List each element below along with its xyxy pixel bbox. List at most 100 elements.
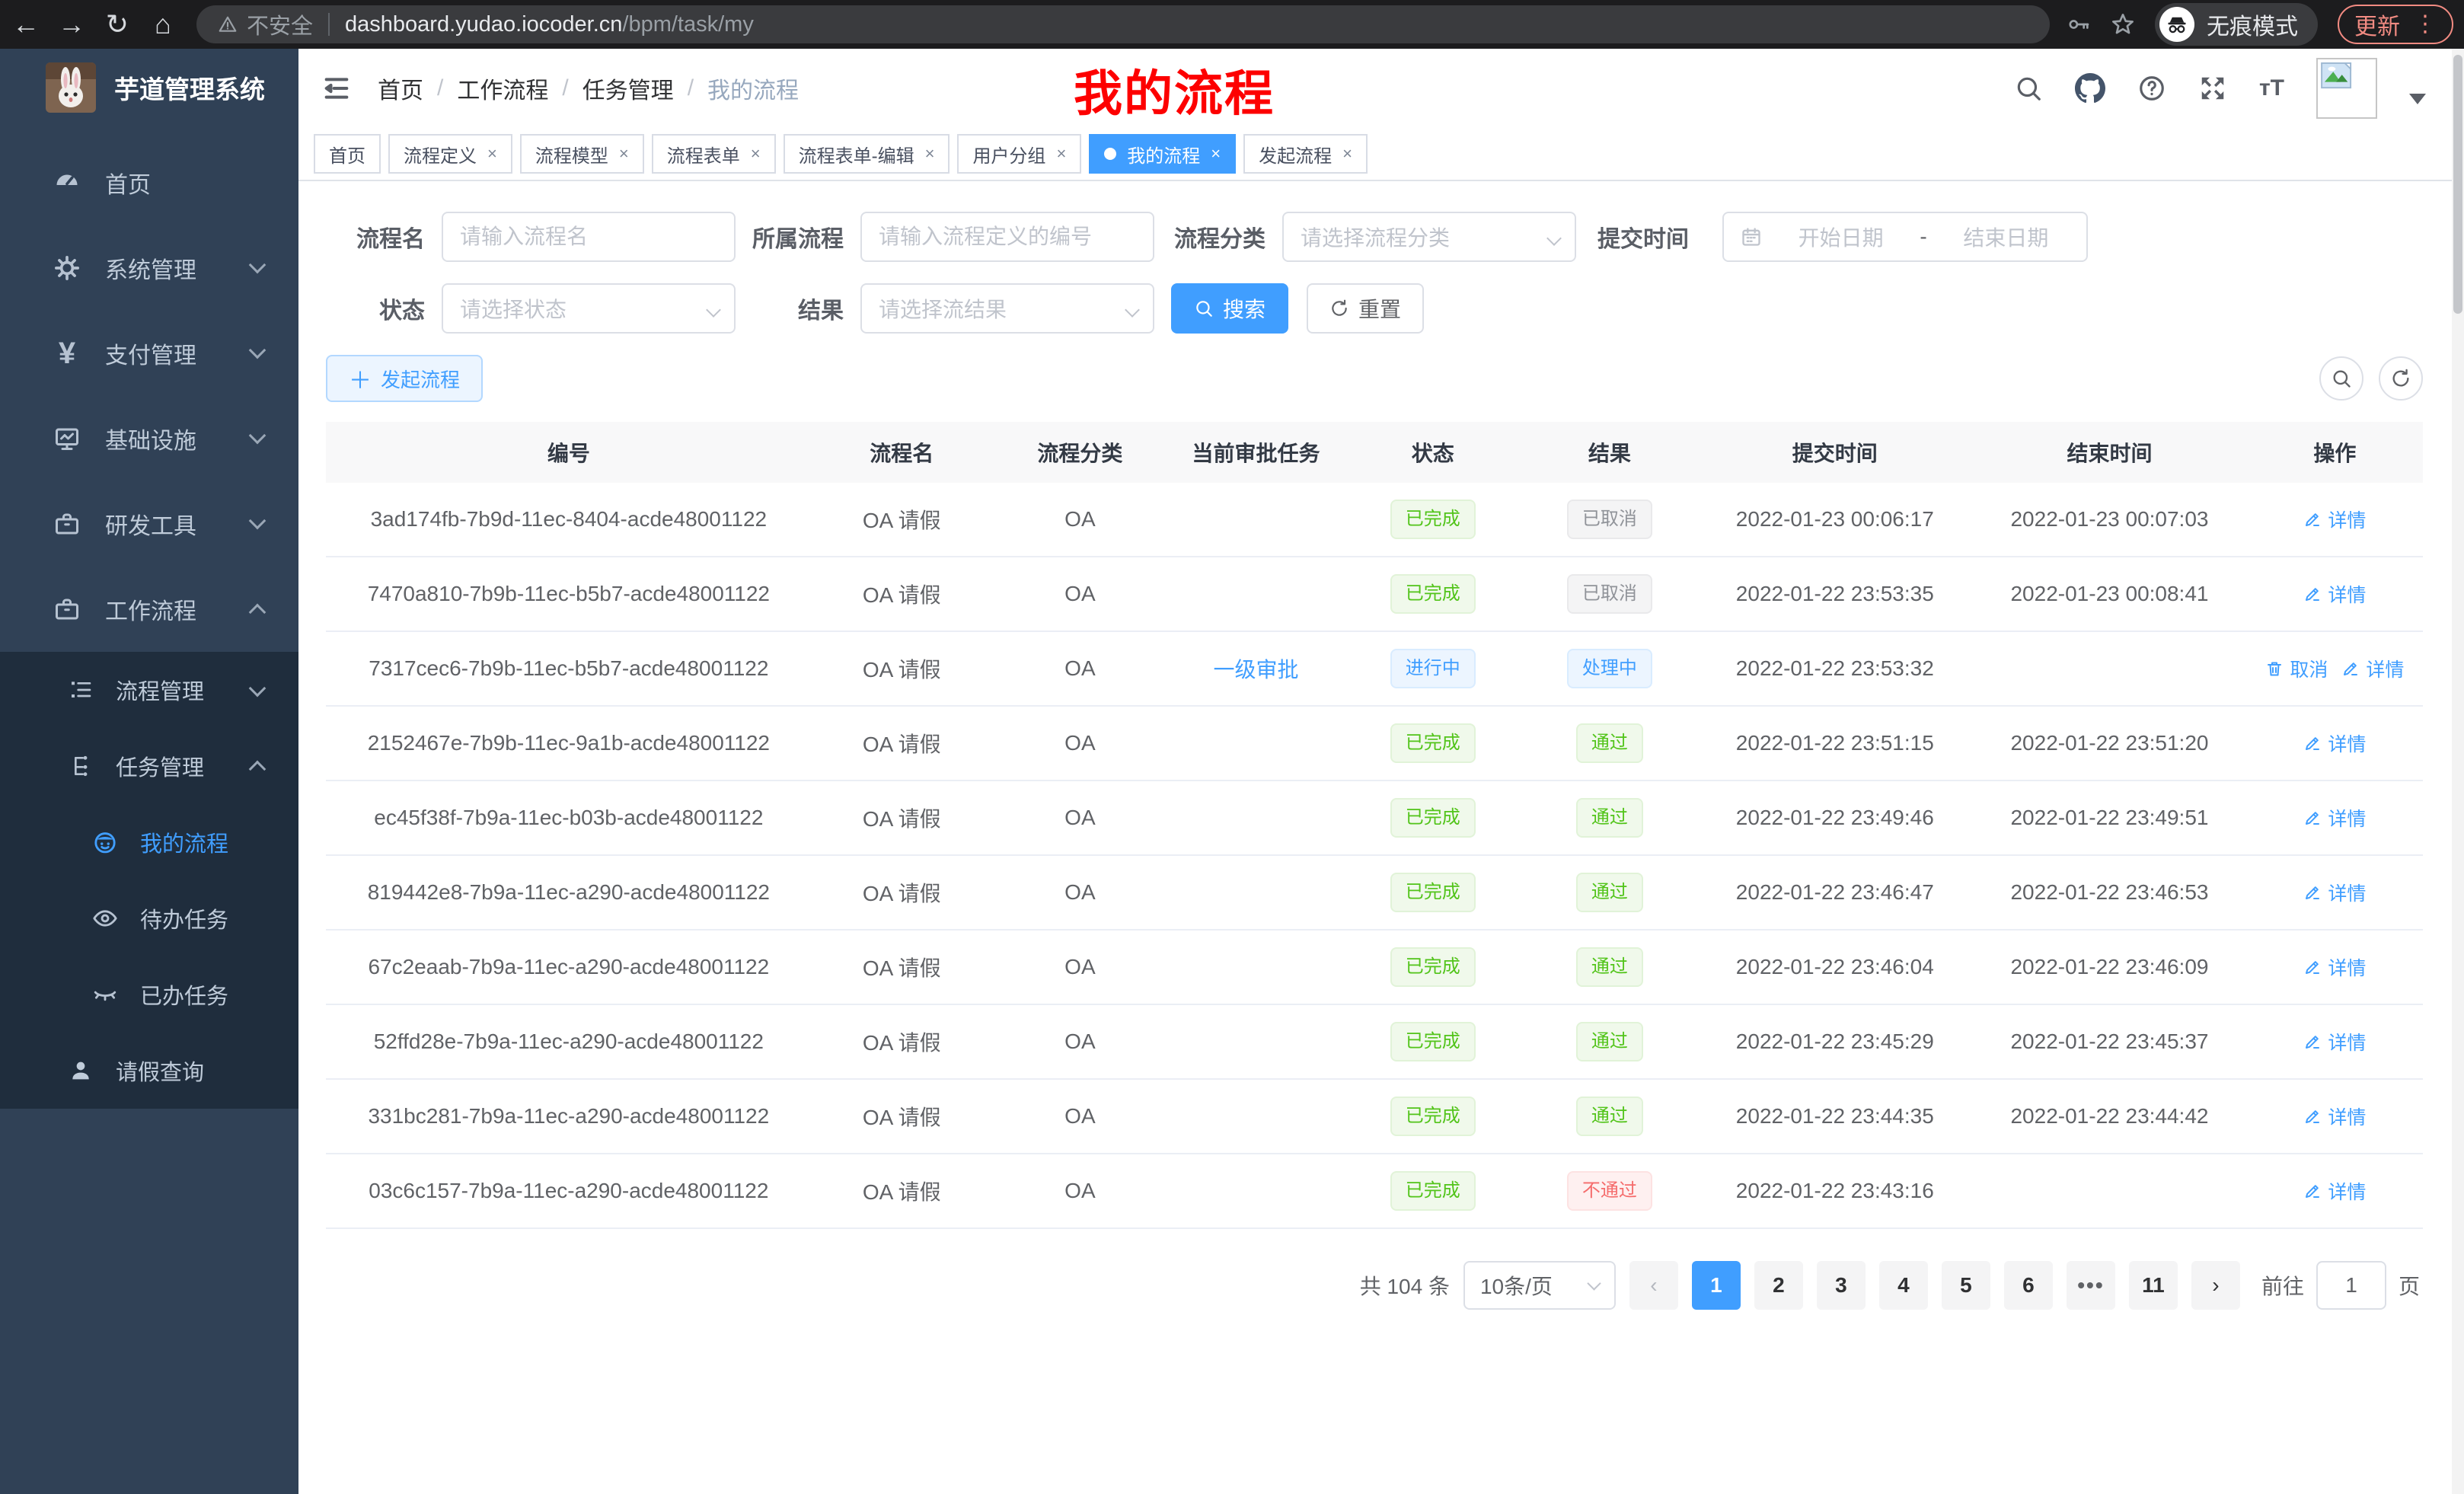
chevron-down-icon <box>249 342 267 359</box>
home-icon[interactable]: ⌂ <box>143 5 183 44</box>
cell-status: 已完成 <box>1344 947 1521 987</box>
process-input[interactable] <box>879 225 1136 249</box>
cancel-link[interactable]: 取消 <box>2265 655 2328 682</box>
create-process-button[interactable]: ＋ 发起流程 <box>326 355 483 402</box>
tab-home[interactable]: 首页 <box>314 134 381 174</box>
sidebar-item-my-process[interactable]: 我的流程 <box>0 804 298 880</box>
scrollbar[interactable] <box>2452 49 2464 1494</box>
detail-link[interactable]: 详情 <box>2341 655 2404 682</box>
sidebar-item-leave-query[interactable]: 请假查询 <box>0 1033 298 1109</box>
close-icon[interactable]: × <box>1211 144 1221 164</box>
address-bar[interactable]: 不安全 dashboard.yudao.iocoder.cn/bpm/task/… <box>196 5 2050 43</box>
page-button-11[interactable]: 11 <box>2129 1261 2178 1310</box>
select-placeholder: 请选择流程分类 <box>1301 222 1450 252</box>
more-pages-icon[interactable]: ••• <box>2067 1261 2115 1310</box>
table-row: ec45f38f-7b9a-11ec-b03b-acde48001122 OA … <box>326 781 2423 856</box>
tab-user-group[interactable]: 用户分组× <box>957 134 1081 174</box>
bookmark-star-icon[interactable] <box>2111 12 2135 37</box>
date-start-placeholder[interactable]: 开始日期 <box>1777 222 1904 252</box>
toggle-search-button[interactable] <box>2319 356 2363 401</box>
avatar[interactable] <box>2316 58 2377 119</box>
scrollbar-thumb[interactable] <box>2453 55 2462 314</box>
sidebar-item-workflow[interactable]: 工作流程 <box>0 567 298 652</box>
detail-link[interactable]: 详情 <box>2303 804 2366 832</box>
name-input[interactable] <box>460 225 717 249</box>
cell-process-name: OA 请假 <box>812 877 992 908</box>
prev-page-button[interactable]: ‹ <box>1629 1261 1678 1310</box>
cell-process-id: 2152467e-7b9b-11ec-9a1b-acde48001122 <box>326 731 812 755</box>
security-label: 不安全 <box>247 8 313 40</box>
detail-link[interactable]: 详情 <box>2303 1177 2366 1205</box>
detail-link[interactable]: 详情 <box>2303 580 2366 608</box>
chevron-up-icon <box>249 761 267 778</box>
sidebar-item-process-mgmt[interactable]: 流程管理 <box>0 652 298 728</box>
tab-process-form[interactable]: 流程表单× <box>652 134 776 174</box>
close-icon[interactable]: × <box>751 144 761 164</box>
sidebar-item-label: 首页 <box>105 166 151 200</box>
github-icon[interactable] <box>2075 73 2105 104</box>
page-button-5[interactable]: 5 <box>1942 1261 1990 1310</box>
date-range-picker[interactable]: 开始日期 - 结束日期 <box>1722 212 2088 262</box>
cell-status: 已完成 <box>1344 798 1521 838</box>
tab-my-process[interactable]: 我的流程 × <box>1089 134 1236 174</box>
page-size-select[interactable]: 10条/页 <box>1463 1261 1616 1310</box>
refresh-table-button[interactable] <box>2379 356 2423 401</box>
font-size-icon[interactable]: ᴛT <box>2259 75 2284 101</box>
avatar-dropdown-icon[interactable] <box>2409 94 2426 104</box>
sidebar-item-system[interactable]: 系统管理 <box>0 225 298 311</box>
search-icon[interactable] <box>2014 74 2043 103</box>
tab-process-definition[interactable]: 流程定义× <box>388 134 512 174</box>
close-icon[interactable]: × <box>487 144 497 164</box>
category-select[interactable]: 请选择流程分类 <box>1282 212 1576 262</box>
status-select[interactable]: 请选择状态 <box>442 283 736 334</box>
sidebar-item-infra[interactable]: 基础设施 <box>0 396 298 481</box>
sidebar-item-todo-tasks[interactable]: 待办任务 <box>0 880 298 956</box>
reset-button[interactable]: 重置 <box>1307 283 1424 334</box>
sidebar-collapse-icon[interactable] <box>321 73 352 104</box>
tab-process-model[interactable]: 流程模型× <box>520 134 644 174</box>
back-icon[interactable]: ← <box>6 5 46 44</box>
close-icon[interactable]: × <box>1342 144 1352 164</box>
breadcrumb-workflow[interactable]: 工作流程 <box>457 72 548 105</box>
forward-icon[interactable]: → <box>52 5 91 44</box>
sidebar-item-task-mgmt[interactable]: 任务管理 <box>0 728 298 804</box>
search-button[interactable]: 搜索 <box>1171 283 1288 334</box>
close-icon[interactable]: × <box>925 144 935 164</box>
update-button[interactable]: 更新 ⋮ <box>2338 5 2453 44</box>
detail-link[interactable]: 详情 <box>2303 1028 2366 1055</box>
sidebar-item-payment[interactable]: ¥ 支付管理 <box>0 311 298 396</box>
next-page-button[interactable]: › <box>2191 1261 2240 1310</box>
tab-label: 我的流程 <box>1127 141 1200 168</box>
edit-icon <box>2303 1182 2322 1200</box>
detail-link[interactable]: 详情 <box>2303 1103 2366 1130</box>
close-icon[interactable]: × <box>1056 144 1066 164</box>
detail-link[interactable]: 详情 <box>2303 879 2366 906</box>
breadcrumb-task-mgmt[interactable]: 任务管理 <box>582 72 674 105</box>
detail-link[interactable]: 详情 <box>2303 506 2366 533</box>
goto-page-input[interactable] <box>2316 1261 2386 1310</box>
cell-category: OA <box>992 1104 1168 1128</box>
close-icon[interactable]: × <box>619 144 629 164</box>
sidebar-item-home[interactable]: 首页 <box>0 140 298 225</box>
page-button-3[interactable]: 3 <box>1817 1261 1866 1310</box>
help-icon[interactable] <box>2137 74 2166 103</box>
page-button-4[interactable]: 4 <box>1879 1261 1928 1310</box>
task-link[interactable]: 一级审批 <box>1214 658 1299 682</box>
sidebar-item-devtools[interactable]: 研发工具 <box>0 481 298 567</box>
browser-menu-icon[interactable]: ⋮ <box>2414 13 2437 36</box>
page-button-1[interactable]: 1 <box>1692 1261 1741 1310</box>
reload-icon[interactable]: ↻ <box>97 5 137 44</box>
detail-link[interactable]: 详情 <box>2303 729 2366 757</box>
date-end-placeholder[interactable]: 结束日期 <box>1942 222 2070 252</box>
page-button-6[interactable]: 6 <box>2004 1261 2053 1310</box>
page-button-2[interactable]: 2 <box>1754 1261 1803 1310</box>
detail-link[interactable]: 详情 <box>2303 953 2366 981</box>
col-submit-time: 提交时间 <box>1697 437 1972 468</box>
result-select[interactable]: 请选择流结果 <box>860 283 1154 334</box>
fullscreen-icon[interactable] <box>2198 74 2227 103</box>
key-icon[interactable] <box>2067 12 2091 37</box>
tab-start-process[interactable]: 发起流程× <box>1243 134 1368 174</box>
sidebar-item-done-tasks[interactable]: 已办任务 <box>0 956 298 1033</box>
breadcrumb-home[interactable]: 首页 <box>378 72 423 105</box>
tab-process-form-edit[interactable]: 流程表单-编辑× <box>784 134 950 174</box>
